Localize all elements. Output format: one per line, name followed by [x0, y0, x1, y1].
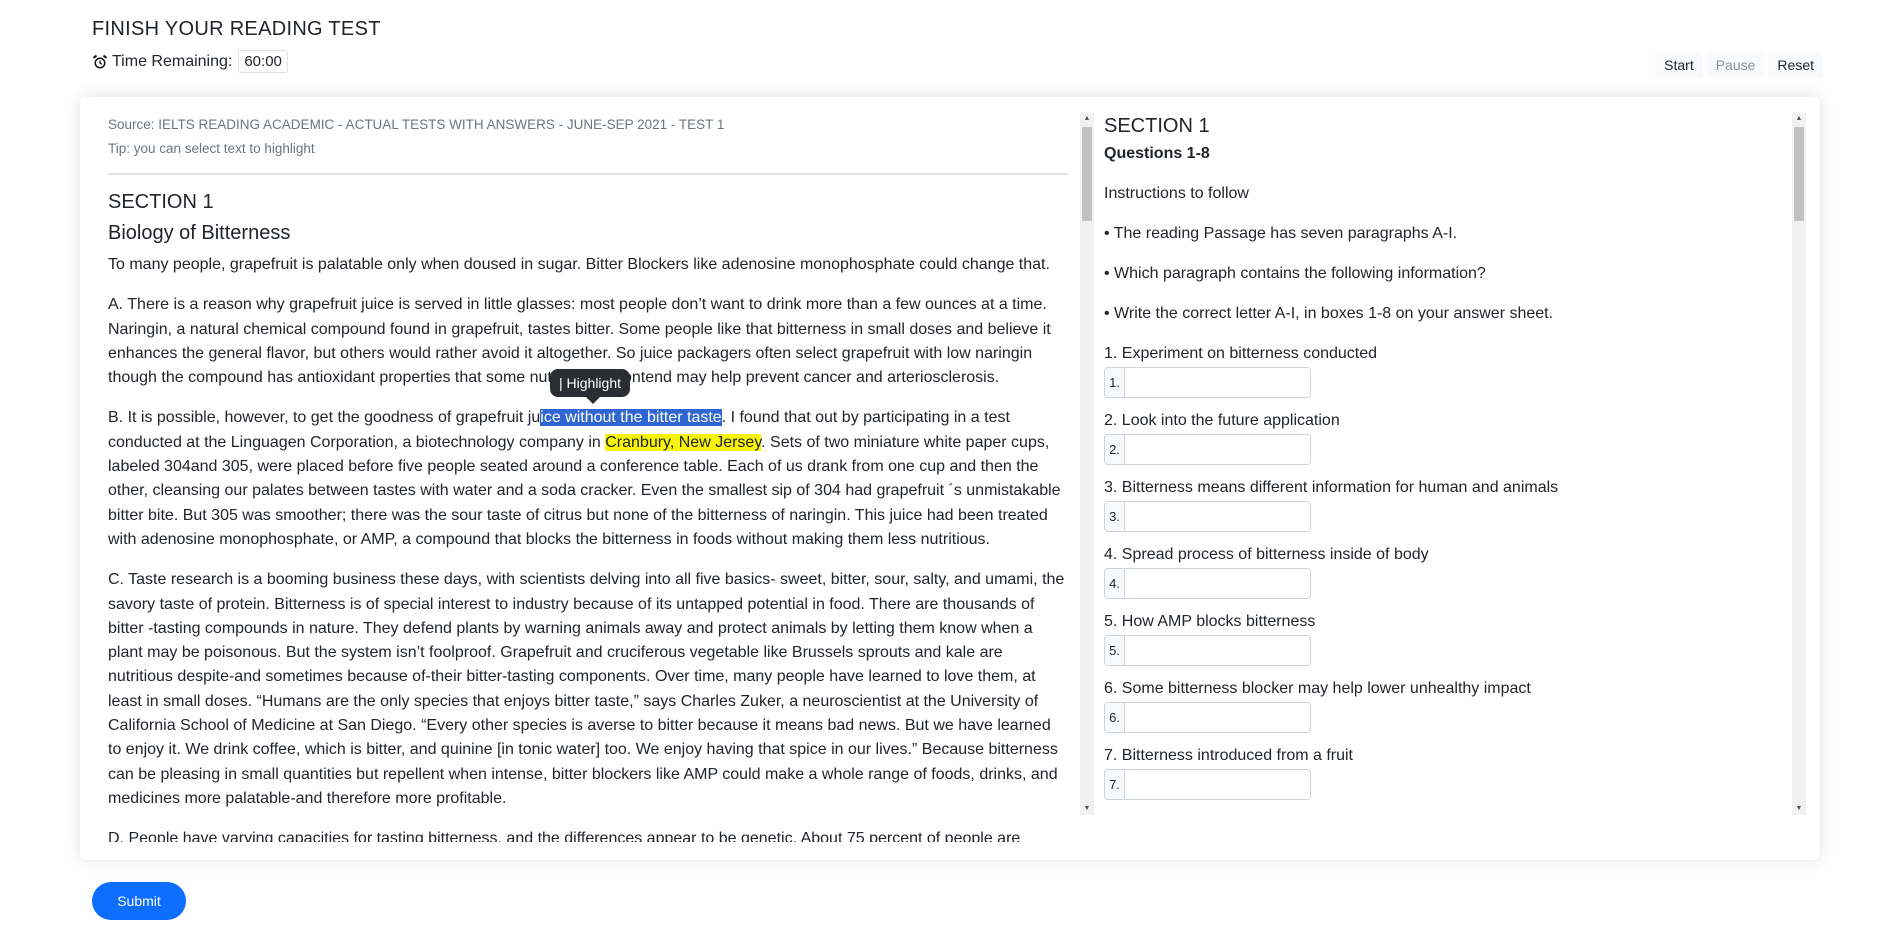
pause-button[interactable]: Pause	[1706, 52, 1765, 78]
question-text: 6. Some bitterness blocker may help lowe…	[1104, 680, 1531, 697]
question-text: 3. Bitterness means different informatio…	[1104, 479, 1559, 496]
answer-input-6[interactable]	[1125, 703, 1310, 732]
answer-number: 5.	[1105, 636, 1125, 665]
instruction-line: • Write the correct letter A-I, in boxes…	[1104, 305, 1554, 322]
answer-input-1[interactable]	[1125, 368, 1310, 397]
question-text: 1. Experiment on bitterness conducted	[1104, 345, 1378, 362]
question-item: 3. Bitterness means different informatio…	[1104, 479, 1774, 532]
instruction-line: • Which paragraph contains the following…	[1104, 265, 1486, 282]
alarm-clock-icon	[92, 54, 108, 68]
question-text: 4. Spread process of bitterness inside o…	[1104, 546, 1429, 563]
answer-input-7[interactable]	[1125, 770, 1310, 799]
question-item: 7. Bitterness introduced from a fruit 7.	[1104, 747, 1774, 800]
answer-group: 3.	[1104, 501, 1311, 532]
question-item: 4. Spread process of bitterness inside o…	[1104, 546, 1774, 599]
paragraph-d[interactable]: D. People have varying capacities for ta…	[108, 827, 1068, 842]
answer-group: 7.	[1104, 769, 1311, 800]
question-text: 5. How AMP blocks bitterness	[1104, 613, 1316, 630]
paragraph-b[interactable]: B. It is possible, however, to get the g…	[108, 406, 1068, 552]
passage-source: Source: IELTS READING ACADEMIC - ACTUAL …	[108, 117, 725, 132]
answer-number: 2.	[1105, 435, 1125, 464]
reset-button[interactable]: Reset	[1768, 52, 1823, 78]
answer-number: 1.	[1105, 368, 1125, 397]
question-item: 5. How AMP blocks bitterness 5.	[1104, 613, 1774, 666]
question-text: 2. Look into the future application	[1104, 412, 1340, 429]
question-text: 7. Bitterness introduced from a fruit	[1104, 747, 1353, 764]
answer-number: 3.	[1105, 502, 1125, 531]
answer-input-3[interactable]	[1125, 502, 1310, 531]
page-title: FINISH YOUR READING TEST	[92, 18, 381, 40]
reading-passage-pane[interactable]: Source: IELTS READING ACADEMIC - ACTUAL …	[108, 113, 1068, 842]
answer-group: 6.	[1104, 702, 1311, 733]
passage-intro[interactable]: To many people, grapefruit is palatable …	[108, 253, 1068, 277]
scroll-down-arrow-icon[interactable]: ▼	[1080, 803, 1094, 815]
answer-input-5[interactable]	[1125, 636, 1310, 665]
scroll-thumb[interactable]	[1794, 127, 1804, 221]
instruction-line: Instructions to follow	[1104, 185, 1249, 202]
answer-input-4[interactable]	[1125, 569, 1310, 598]
paragraph-b-text[interactable]: B. It is possible, however, to get the g…	[108, 409, 540, 426]
answer-number: 4.	[1105, 569, 1125, 598]
answer-group: 5.	[1104, 635, 1311, 666]
answer-number: 6.	[1105, 703, 1125, 732]
question-item: 2. Look into the future application 2.	[1104, 412, 1774, 465]
answer-number: 7.	[1105, 770, 1125, 799]
answer-group: 1.	[1104, 367, 1311, 398]
passage-section-heading: SECTION 1	[108, 191, 214, 213]
time-remaining-label: Time Remaining:	[112, 52, 233, 70]
time-remaining-value: 60:00	[238, 50, 288, 73]
questions-scrollbar[interactable]: ▲ ▼	[1792, 113, 1806, 815]
question-item: 6. Some bitterness blocker may help lowe…	[1104, 680, 1774, 733]
instruction-line: • The reading Passage has seven paragrap…	[1104, 225, 1458, 242]
selected-text[interactable]: ice without the bitter taste	[540, 409, 722, 427]
scroll-up-arrow-icon[interactable]: ▲	[1792, 113, 1806, 125]
submit-button[interactable]: Submit	[92, 882, 186, 920]
questions-section-heading: SECTION 1	[1104, 115, 1210, 137]
questions-range: Questions 1-8	[1104, 145, 1210, 162]
passage-title: Biology of Bitterness	[108, 222, 291, 244]
timer-controls: Start Pause Reset	[1655, 52, 1823, 78]
paragraph-c[interactable]: C. Taste research is a booming business …	[108, 568, 1068, 811]
highlighted-text[interactable]: Cranbury, New Jersey	[605, 433, 762, 451]
passage-scrollbar[interactable]: ▲ ▼	[1080, 113, 1094, 815]
scroll-thumb[interactable]	[1082, 127, 1092, 221]
start-button[interactable]: Start	[1655, 52, 1703, 78]
timer: Time Remaining: 60:00	[92, 50, 288, 73]
highlight-tip: Tip: you can select text to highlight	[108, 141, 315, 156]
scroll-up-arrow-icon[interactable]: ▲	[1080, 113, 1094, 125]
divider	[108, 173, 1068, 175]
test-card: Source: IELTS READING ACADEMIC - ACTUAL …	[80, 97, 1820, 860]
answer-group: 2.	[1104, 434, 1311, 465]
answer-group: 4.	[1104, 568, 1311, 599]
question-item: 1. Experiment on bitterness conducted 1.	[1104, 345, 1774, 398]
highlight-tooltip[interactable]: | Highlight	[550, 369, 631, 404]
answer-input-2[interactable]	[1125, 435, 1310, 464]
questions-pane[interactable]: SECTION 1 Questions 1-8 Instructions to …	[1104, 113, 1774, 842]
scroll-down-arrow-icon[interactable]: ▼	[1792, 803, 1806, 815]
